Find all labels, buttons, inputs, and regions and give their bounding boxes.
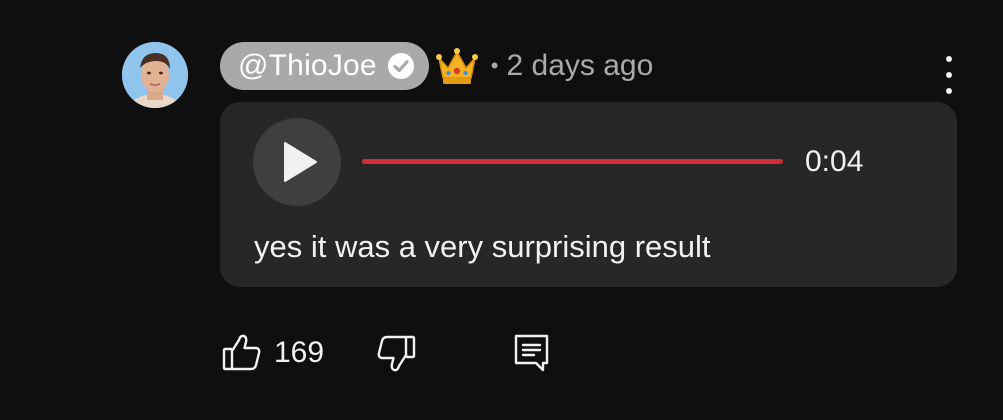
- voice-reply-bubble: 0:04 yes it was a very surprising result: [220, 102, 957, 287]
- thumbs-up-icon[interactable]: [222, 332, 262, 372]
- menu-dot: [946, 56, 952, 62]
- user-avatar[interactable]: [122, 42, 188, 108]
- menu-dot: [946, 72, 952, 78]
- comment-thread-item: @ThioJoe • 2 days ago 0:04 yes it was a …: [0, 0, 1003, 420]
- reply-comment-icon[interactable]: [512, 332, 552, 374]
- more-vert-icon[interactable]: [934, 56, 964, 94]
- menu-dot: [946, 88, 952, 94]
- verified-check-icon: [387, 53, 414, 79]
- meta-separator: •: [490, 53, 499, 78]
- author-chip[interactable]: @ThioJoe: [220, 42, 429, 90]
- audio-progress-bar[interactable]: [362, 159, 783, 164]
- author-name[interactable]: @ThioJoe: [238, 49, 377, 83]
- thumbs-down-icon[interactable]: [374, 332, 416, 374]
- comment-timestamp[interactable]: 2 days ago: [507, 49, 654, 83]
- play-icon: [284, 142, 317, 182]
- audio-duration: 0:04: [805, 145, 864, 178]
- comment-header: @ThioJoe • 2 days ago: [220, 41, 653, 91]
- crown-icon: [435, 48, 478, 84]
- play-button[interactable]: [253, 118, 341, 206]
- like-count: 169: [274, 336, 325, 369]
- comment-text: yes it was a very surprising result: [254, 229, 711, 264]
